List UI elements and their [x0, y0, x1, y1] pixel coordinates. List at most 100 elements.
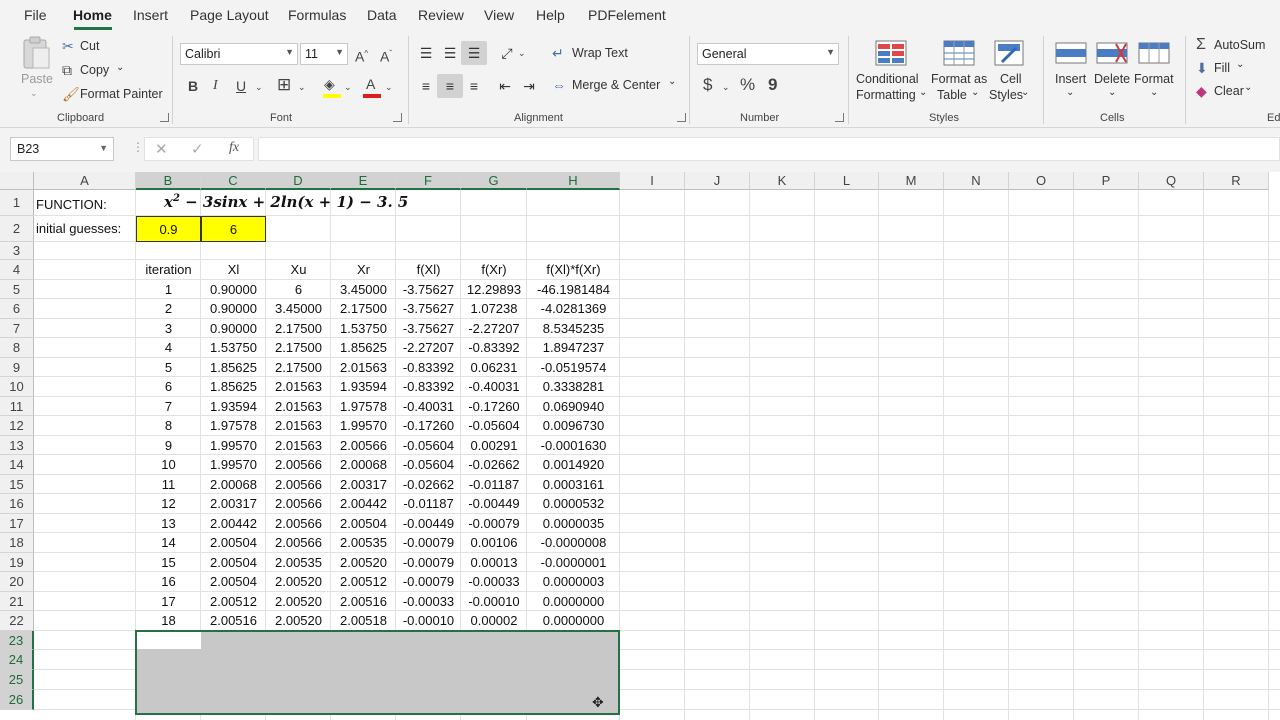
chevron-down-icon[interactable]: ⌄ — [344, 79, 352, 95]
table-cell-f-xr[interactable]: 0.06231 — [461, 358, 527, 377]
chevron-down-icon[interactable]: ⌄ — [298, 79, 306, 95]
tab-help[interactable]: Help — [536, 7, 565, 23]
chevron-down-icon[interactable]: ⌄ — [255, 79, 263, 95]
table-cell-xr[interactable]: 2.00535 — [331, 533, 396, 553]
table-cell-xu[interactable]: 2.01563 — [266, 436, 331, 455]
table-cell-xl[interactable]: 2.00512 — [201, 592, 266, 611]
tab-insert[interactable]: Insert — [133, 7, 168, 23]
italic-button[interactable]: I — [213, 78, 218, 94]
tab-home[interactable]: Home — [73, 7, 112, 23]
cell-a2[interactable]: initial guesses: — [34, 216, 136, 242]
cancel-icon[interactable]: ✕ — [155, 140, 168, 158]
table-cell-iteration[interactable]: 5 — [136, 358, 201, 377]
table-cell-xr[interactable]: 2.00512 — [331, 572, 396, 592]
number-format-dropdown[interactable]: General ▼ — [697, 43, 839, 65]
table-cell-xu[interactable]: 2.17500 — [266, 319, 331, 338]
table-cell-iteration[interactable]: 18 — [136, 611, 201, 631]
underline-button[interactable]: U — [236, 78, 246, 94]
row-header-21[interactable]: 21 — [0, 592, 34, 611]
table-cell-xu[interactable]: 2.00520 — [266, 611, 331, 631]
tab-formulas[interactable]: Formulas — [288, 7, 346, 23]
table-cell-f-xr[interactable]: -0.00079 — [461, 514, 527, 533]
table-cell-f-xl[interactable]: -0.40031 — [396, 397, 461, 416]
row-header-22[interactable]: 22 — [0, 611, 34, 631]
table-cell-iteration[interactable]: 11 — [136, 475, 201, 494]
table-cell-f-xr[interactable]: -0.01187 — [461, 475, 527, 494]
row-header-4[interactable]: 4 — [0, 260, 34, 280]
clipboard-launcher-icon[interactable] — [160, 113, 169, 122]
row-header-7[interactable]: 7 — [0, 319, 34, 338]
table-cell-xu[interactable]: 2.01563 — [266, 377, 331, 397]
table-cell-f-xr[interactable]: -0.00033 — [461, 572, 527, 592]
row-header-12[interactable]: 12 — [0, 416, 34, 436]
table-cell-f-xl-times-f-xr[interactable]: -4.0281369 — [527, 299, 620, 319]
table-cell-xu[interactable]: 3.45000 — [266, 299, 331, 319]
table-cell-f-xr[interactable]: -0.05604 — [461, 416, 527, 436]
table-cell-xr[interactable]: 2.17500 — [331, 299, 396, 319]
table-cell-xr[interactable]: 2.00566 — [331, 436, 396, 455]
tab-data[interactable]: Data — [367, 7, 397, 23]
table-cell-iteration[interactable]: 16 — [136, 572, 201, 592]
column-header-j[interactable]: J — [685, 172, 750, 190]
column-header-f[interactable]: F — [396, 172, 461, 190]
formula-input[interactable] — [258, 137, 1280, 161]
table-cell-iteration[interactable]: 8 — [136, 416, 201, 436]
table-cell-f-xl[interactable]: -0.00079 — [396, 572, 461, 592]
percent-button[interactable]: % — [740, 76, 755, 93]
table-cell-f-xl-times-f-xr[interactable]: 0.0000035 — [527, 514, 620, 533]
table-header-f-xl[interactable]: f(Xl) — [396, 260, 461, 280]
table-cell-f-xl-times-f-xr[interactable]: 0.3338281 — [527, 377, 620, 397]
table-cell-xu[interactable]: 2.00566 — [266, 455, 331, 475]
table-cell-xr[interactable]: 1.93594 — [331, 377, 396, 397]
align-center-icon[interactable]: ≡ — [437, 74, 463, 98]
copy-button[interactable]: ⧉ Copy ⌄ — [60, 62, 140, 80]
table-cell-iteration[interactable]: 6 — [136, 377, 201, 397]
table-cell-f-xr[interactable]: -0.17260 — [461, 397, 527, 416]
font-launcher-icon[interactable] — [393, 113, 402, 122]
table-cell-xl[interactable]: 2.00516 — [201, 611, 266, 631]
format-cells-button[interactable]: Format ⌄ — [1134, 38, 1176, 108]
align-bottom-icon[interactable]: ☰ — [461, 41, 487, 65]
paste-button[interactable]: Paste ⌄ — [18, 36, 54, 98]
table-cell-f-xl[interactable]: -0.05604 — [396, 436, 461, 455]
table-cell-f-xl-times-f-xr[interactable]: -0.0000008 — [527, 533, 620, 553]
table-cell-f-xr[interactable]: -0.00010 — [461, 592, 527, 611]
increase-font-icon[interactable]: A^ — [355, 46, 368, 65]
format-as-table-button[interactable]: Format as Table ⌄ — [931, 38, 989, 108]
table-cell-f-xl-times-f-xr[interactable]: -46.1981484 — [527, 280, 620, 299]
comma-style-button[interactable]: 9 — [768, 76, 777, 93]
table-cell-f-xl-times-f-xr[interactable]: 1.8947237 — [527, 338, 620, 358]
row-header-3[interactable]: 3 — [0, 242, 34, 260]
align-top-icon[interactable]: ☰ — [413, 41, 439, 65]
table-cell-f-xl-times-f-xr[interactable]: 0.0096730 — [527, 416, 620, 436]
table-cell-iteration[interactable]: 17 — [136, 592, 201, 611]
cell-a1[interactable]: FUNCTION: — [34, 192, 136, 218]
row-header-15[interactable]: 15 — [0, 475, 34, 494]
table-cell-f-xl[interactable]: -0.01187 — [396, 494, 461, 514]
row-header-1[interactable]: 1 — [0, 190, 34, 216]
table-cell-xu[interactable]: 2.00566 — [266, 514, 331, 533]
table-cell-f-xr[interactable]: -2.27207 — [461, 319, 527, 338]
table-cell-f-xl[interactable]: -0.00079 — [396, 533, 461, 553]
table-cell-f-xr[interactable]: 0.00013 — [461, 553, 527, 572]
table-cell-xu[interactable]: 2.01563 — [266, 416, 331, 436]
table-cell-xu[interactable]: 2.17500 — [266, 338, 331, 358]
table-cell-xu[interactable]: 2.00520 — [266, 572, 331, 592]
row-header-19[interactable]: 19 — [0, 553, 34, 572]
row-header-11[interactable]: 11 — [0, 397, 34, 416]
chevron-down-icon[interactable]: ⌄ — [385, 79, 393, 95]
table-cell-xr[interactable]: 2.01563 — [331, 358, 396, 377]
table-cell-xr[interactable]: 1.97578 — [331, 397, 396, 416]
row-header-5[interactable]: 5 — [0, 280, 34, 299]
row-header-8[interactable]: 8 — [0, 338, 34, 358]
table-cell-f-xl[interactable]: -0.83392 — [396, 358, 461, 377]
format-painter-button[interactable]: 🖌 Format Painter — [60, 86, 164, 104]
table-cell-f-xl[interactable]: -3.75627 — [396, 280, 461, 299]
table-cell-xl[interactable]: 0.90000 — [201, 299, 266, 319]
table-cell-xr[interactable]: 2.00317 — [331, 475, 396, 494]
table-cell-f-xl[interactable]: -0.17260 — [396, 416, 461, 436]
table-cell-iteration[interactable]: 10 — [136, 455, 201, 475]
table-cell-iteration[interactable]: 2 — [136, 299, 201, 319]
chevron-down-icon[interactable]: ⌄ — [518, 45, 526, 61]
insert-cells-button[interactable]: Insert ⌄ — [1052, 38, 1092, 108]
